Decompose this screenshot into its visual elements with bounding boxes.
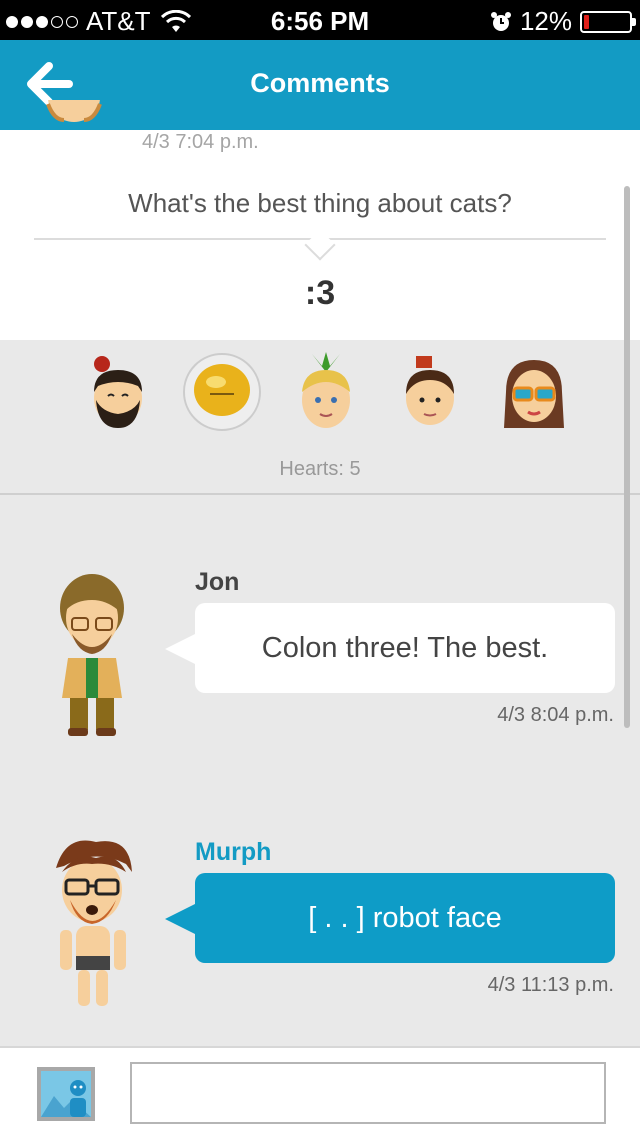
battery-percent: 12% (519, 6, 572, 36)
hearts-avatar-list (78, 352, 574, 432)
alarm-clock-icon (490, 11, 511, 31)
status-bar: AT&T 6:56 PM 12% (0, 0, 640, 40)
photo-icon (37, 1067, 95, 1121)
comment-bubble: [ . . ] robot face (165, 873, 615, 963)
mii-crown-icon[interactable] (390, 352, 470, 432)
mii-jon-icon (60, 574, 124, 736)
comment-date: 4/3 11:13 p.m. (487, 974, 614, 996)
mii-bearded-icon[interactable] (78, 352, 158, 432)
comment-author-name[interactable]: Jon (195, 568, 239, 597)
status-right: 12% (490, 6, 636, 37)
scrollbar[interactable] (624, 186, 630, 728)
post-answer: :3 (304, 274, 336, 312)
battery-level (584, 14, 589, 29)
hearts-count: Hearts: 5 (279, 458, 361, 480)
comment-input[interactable] (130, 1062, 606, 1124)
comment-date: 4/3 8:04 p.m. (497, 704, 614, 726)
mii-murph-icon (56, 840, 132, 1006)
comment-author-avatar[interactable] (46, 838, 146, 1018)
post-date: 4/3 7:04 p.m. (142, 131, 259, 153)
comment-author-name[interactable]: Murph (195, 838, 271, 867)
hearts-section: Hearts: 5 (0, 340, 640, 495)
divider-notch (304, 229, 336, 261)
comment-bubble: Colon three! The best. (165, 603, 615, 693)
mii-face-icon (46, 100, 102, 122)
mii-astronaut-icon[interactable] (182, 352, 262, 432)
page-title: Comments (250, 68, 390, 98)
post-card: 4/3 7:04 p.m. What's the best thing abou… (0, 100, 640, 340)
mii-sunglasses-icon[interactable] (494, 352, 574, 432)
comment-composer (0, 1046, 640, 1136)
photo-button[interactable] (36, 1066, 96, 1122)
comment-author-avatar[interactable] (46, 568, 146, 748)
post-question: What's the best thing about cats? (128, 188, 512, 218)
mii-pineapple-icon[interactable] (286, 352, 366, 432)
post-author-avatar[interactable] (34, 100, 114, 150)
battery-icon (580, 10, 636, 33)
